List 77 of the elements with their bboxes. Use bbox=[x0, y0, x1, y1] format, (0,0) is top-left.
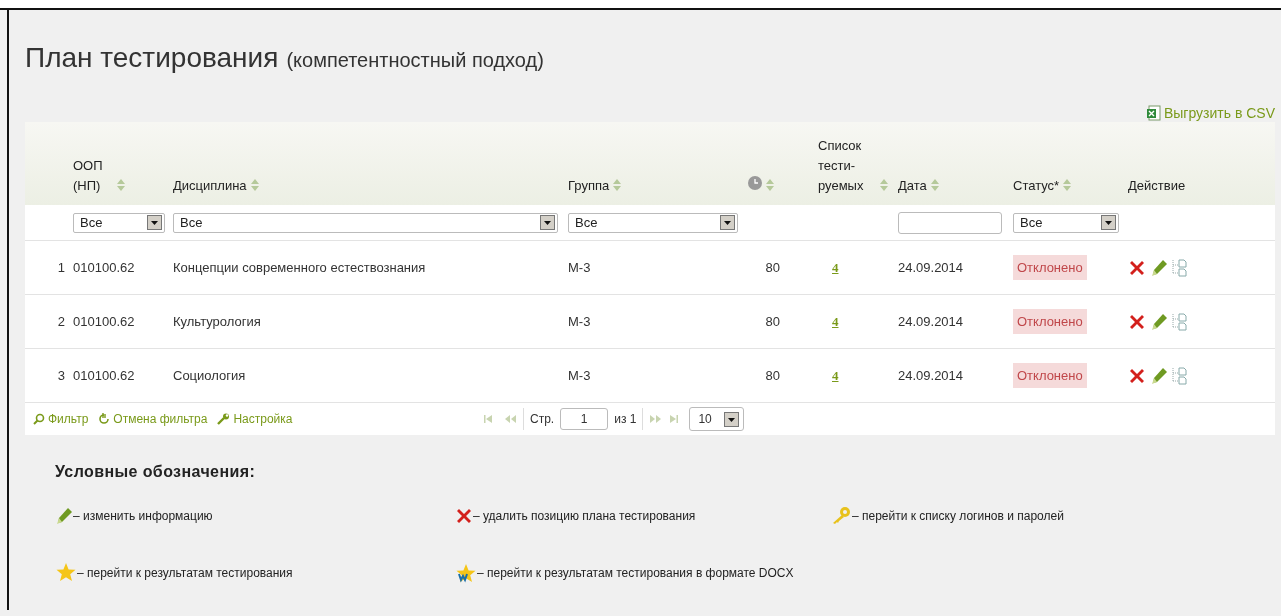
search-icon bbox=[33, 413, 45, 425]
date-filter-field[interactable] bbox=[898, 211, 1002, 234]
documents-icon[interactable] bbox=[1172, 312, 1188, 331]
status-badge: Отклонено bbox=[1013, 255, 1087, 280]
column-header: ООП (НП) bbox=[73, 157, 104, 195]
sort-icon[interactable] bbox=[613, 179, 622, 191]
filter-select[interactable]: Все bbox=[73, 212, 165, 233]
delete-icon[interactable] bbox=[1128, 258, 1146, 277]
row-number: 1 bbox=[25, 240, 65, 295]
filter-select[interactable]: Все bbox=[173, 212, 558, 233]
sort-icon[interactable] bbox=[1063, 179, 1072, 191]
table-cell: 24.09.2014 bbox=[890, 294, 1005, 349]
column-header: Группа bbox=[568, 178, 610, 193]
table-cell: 24.09.2014 bbox=[890, 240, 1005, 295]
status-badge: Отклонено bbox=[1013, 363, 1087, 388]
page-subtitle: (компетентностный подход) bbox=[286, 49, 544, 72]
tested-count-link[interactable]: 4 bbox=[818, 367, 839, 383]
table-cell: 010100.62 bbox=[65, 294, 165, 349]
tested-count-link[interactable]: 4 bbox=[818, 313, 839, 329]
cross-icon bbox=[455, 507, 473, 525]
legend-text: – удалить позицию плана тестирования bbox=[473, 509, 696, 523]
page-number-field[interactable]: 1 bbox=[560, 408, 609, 430]
tested-count-link[interactable]: 4 bbox=[818, 259, 839, 275]
table-cell: 80 bbox=[740, 348, 810, 402]
table-cell: М-3 bbox=[560, 240, 740, 295]
pencil-icon bbox=[55, 507, 73, 525]
page-title: План тестирования bbox=[25, 42, 279, 74]
pencil-icon[interactable] bbox=[1150, 312, 1168, 331]
table-cell: 80 bbox=[740, 294, 810, 349]
table-cell: Социология bbox=[165, 348, 560, 402]
page-label: Стр. bbox=[530, 412, 555, 426]
page-total: из 1 bbox=[614, 412, 637, 426]
table-cell: М-3 bbox=[560, 348, 740, 402]
table-cell: 010100.62 bbox=[65, 348, 165, 402]
page-size-select[interactable]: 10 bbox=[689, 407, 745, 431]
clock-icon bbox=[748, 176, 762, 190]
star-icon bbox=[55, 562, 77, 582]
table-cell: М-3 bbox=[560, 294, 740, 349]
table-cell: Концепции современного естествознания bbox=[165, 240, 560, 295]
document-star-icon bbox=[455, 563, 477, 583]
row-number: 2 bbox=[25, 294, 65, 349]
row-number: 3 bbox=[25, 348, 65, 402]
legend-text: – изменить информацию bbox=[73, 509, 213, 523]
table-cell: 010100.62 bbox=[65, 240, 165, 295]
sort-icon[interactable] bbox=[250, 179, 259, 191]
legend-text: – перейти к списку логинов и паролей bbox=[852, 509, 1064, 523]
filter-select[interactable]: Все bbox=[568, 212, 738, 233]
legend-text: – перейти к результатам тестирования bbox=[77, 566, 293, 580]
legend-title: Условные обозначения: bbox=[55, 463, 257, 481]
toolbar-link[interactable]: Фильтр bbox=[33, 412, 89, 426]
pencil-icon[interactable] bbox=[1150, 258, 1168, 277]
wrench-icon bbox=[217, 413, 231, 425]
documents-icon[interactable] bbox=[1172, 258, 1188, 277]
export-link[interactable]: Выгрузить в CSV bbox=[1145, 104, 1275, 122]
column-header: Дисциплина bbox=[173, 178, 247, 193]
sort-icon[interactable] bbox=[117, 179, 125, 191]
column-header: Действие bbox=[1128, 178, 1186, 193]
sort-icon[interactable] bbox=[930, 179, 939, 191]
pencil-icon[interactable] bbox=[1150, 366, 1168, 385]
filter-select[interactable]: Все bbox=[1013, 212, 1119, 233]
column-header: Список тести-руемых bbox=[818, 137, 865, 195]
table-cell: 24.09.2014 bbox=[890, 348, 1005, 402]
table-cell: Культурология bbox=[165, 294, 560, 349]
column-header: Дата bbox=[898, 178, 927, 193]
toolbar-link[interactable]: Настройка bbox=[217, 412, 293, 426]
refresh-icon bbox=[98, 413, 111, 425]
table-cell: 80 bbox=[740, 240, 810, 295]
delete-icon[interactable] bbox=[1128, 312, 1146, 331]
column-header: Статус* bbox=[1013, 178, 1060, 193]
documents-icon[interactable] bbox=[1172, 366, 1188, 385]
sort-icon[interactable] bbox=[880, 179, 888, 191]
toolbar-link[interactable]: Отмена фильтра bbox=[98, 412, 208, 426]
delete-icon[interactable] bbox=[1128, 366, 1146, 385]
status-badge: Отклонено bbox=[1013, 309, 1087, 334]
sort-icon[interactable] bbox=[766, 179, 774, 191]
spreadsheet-icon bbox=[1145, 105, 1162, 121]
legend-text: – перейти к результатам тестирования в формате DOCX bbox=[477, 565, 794, 582]
